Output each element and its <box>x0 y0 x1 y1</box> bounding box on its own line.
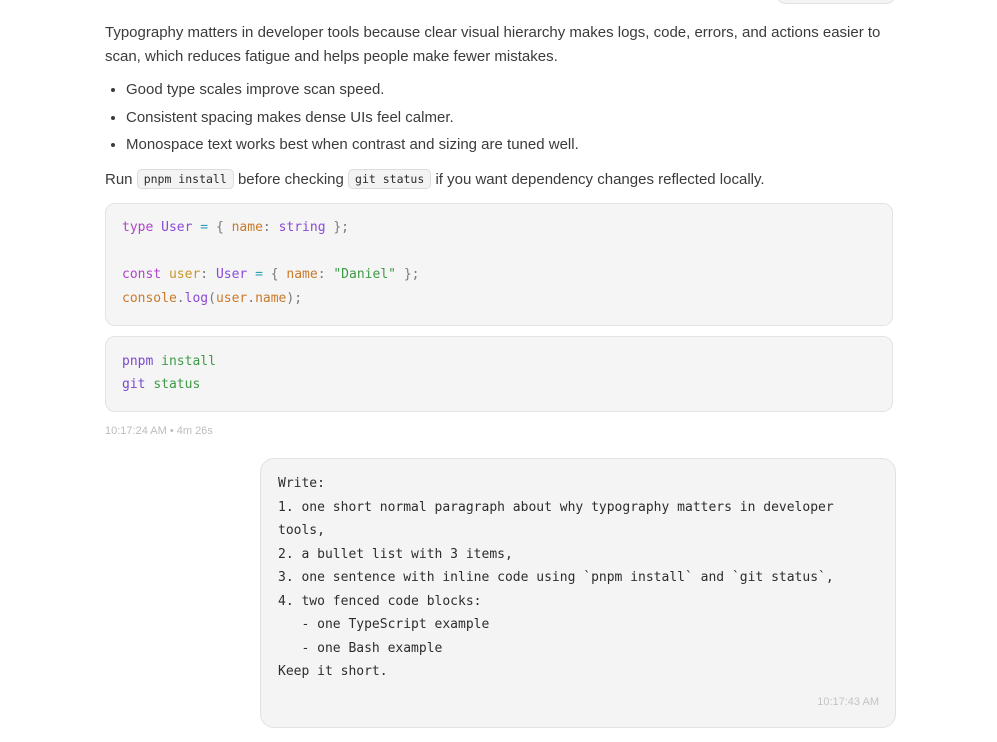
punctuation: . <box>247 291 256 306</box>
operator: = <box>255 267 263 282</box>
inline-code-sentence: Run pnpm install before checking git sta… <box>105 169 765 191</box>
list-item: Consistent spacing makes dense UIs feel … <box>126 107 896 135</box>
user-message-timestamp: 10:17:43 AM <box>817 696 879 708</box>
property: name <box>255 291 287 306</box>
punctuation: }; <box>333 220 350 235</box>
typescript-code-block[interactable]: type User = { name: string }; const user… <box>105 203 893 326</box>
punctuation: . <box>176 291 185 306</box>
punctuation: : <box>200 267 209 282</box>
assistant-paragraph: Typography matters in developer tools be… <box>105 24 881 65</box>
punctuation: }; <box>403 267 420 282</box>
object-name: console <box>122 291 177 306</box>
list-item: Monospace text works best when contrast … <box>126 134 896 162</box>
operator: = <box>200 220 209 235</box>
argument: install <box>161 354 216 369</box>
property: name <box>231 220 263 235</box>
string-literal: "Daniel" <box>333 267 396 282</box>
code-line: git status <box>122 375 200 395</box>
sentence-middle: before checking <box>233 171 349 188</box>
sentence-prefix: Run <box>105 171 137 188</box>
argument: status <box>153 377 201 392</box>
code-line: pnpm install <box>122 352 216 372</box>
user-message-text: Write: 1. one short normal paragraph abo… <box>278 476 834 679</box>
variable: user <box>215 291 248 306</box>
sentence-suffix: if you want dependency changes reflected… <box>431 171 765 188</box>
type-name: User <box>161 220 193 235</box>
function-name: log <box>184 291 209 306</box>
code-line: console.log(user.name); <box>122 289 302 309</box>
bash-code-block[interactable]: pnpm install git status <box>105 336 893 412</box>
property: name <box>286 267 318 282</box>
variable: user <box>168 267 201 282</box>
code-line: const user: User = { name: "Daniel" }; <box>122 265 419 285</box>
command: git <box>122 377 146 392</box>
punctuation: ); <box>286 291 303 306</box>
type-name: User <box>215 267 248 282</box>
message-meta: 10:17:24 AM • 4m 26s <box>105 425 213 437</box>
bullet-list: Good type scales improve scan speed. Con… <box>105 79 896 162</box>
command: pnpm <box>122 354 154 369</box>
code-line: type User = { name: string }; <box>122 218 349 238</box>
user-message-bubble: Write: 1. one short normal paragraph abo… <box>260 458 896 728</box>
previous-message-bubble-edge <box>776 0 896 4</box>
punctuation: { <box>215 220 224 235</box>
punctuation: : <box>262 220 271 235</box>
keyword: const <box>122 267 162 282</box>
type-name: string <box>278 220 326 235</box>
inline-code-git-status: git status <box>348 169 432 189</box>
keyword: type <box>122 220 154 235</box>
list-item: Good type scales improve scan speed. <box>126 79 896 107</box>
inline-code-pnpm-install: pnpm install <box>136 169 234 189</box>
punctuation: { <box>270 267 279 282</box>
punctuation: ( <box>208 291 216 306</box>
punctuation: : <box>317 267 326 282</box>
